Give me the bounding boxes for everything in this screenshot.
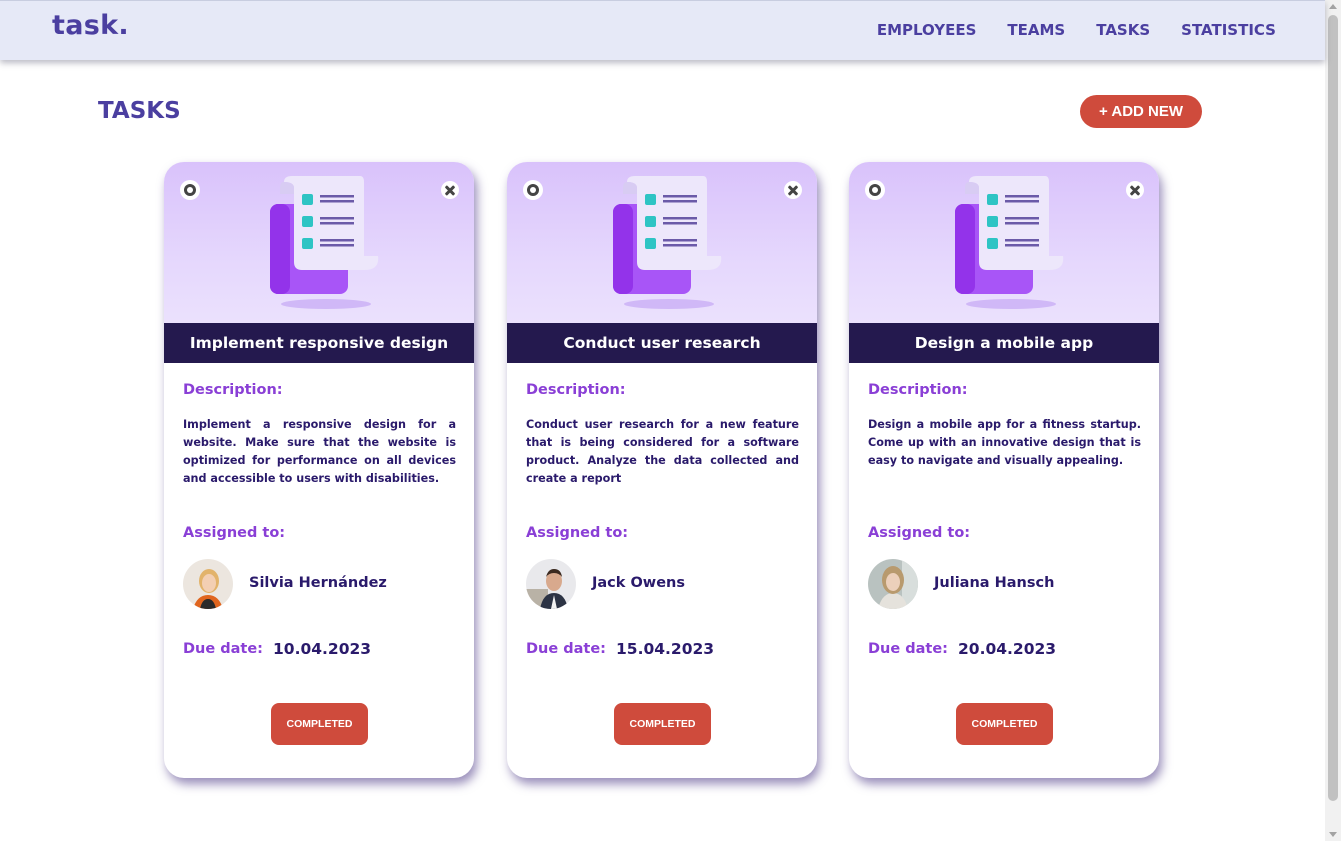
logo[interactable]: task. — [52, 10, 129, 41]
nav-teams[interactable]: TEAMS — [1007, 21, 1065, 39]
gear-icon[interactable] — [865, 180, 885, 200]
top-navbar: task. EMPLOYEES TEAMS TASKS STATISTICS — [0, 0, 1325, 60]
card-hero — [164, 162, 474, 323]
description-text: Implement a responsive design for a webs… — [183, 418, 456, 485]
page: task. EMPLOYEES TEAMS TASKS STATISTICS T… — [0, 0, 1341, 841]
due-date-value: 20.04.2023 — [958, 640, 1057, 658]
assigned-label: Assigned to: — [868, 525, 971, 541]
page-title: TASKS — [98, 98, 181, 124]
status-button[interactable]: COMPLETED — [271, 703, 368, 745]
description-label: Description: — [526, 382, 626, 398]
close-icon[interactable] — [1126, 181, 1144, 199]
description-text: Conduct user research for a new feature … — [526, 418, 799, 485]
main-nav: EMPLOYEES TEAMS TASKS STATISTICS — [877, 21, 1276, 39]
due-date-label: Due date: — [868, 641, 948, 657]
due-date-label: Due date: — [526, 641, 606, 657]
nav-employees[interactable]: EMPLOYEES — [877, 21, 977, 39]
gear-icon[interactable] — [180, 180, 200, 200]
status-button[interactable]: COMPLETED — [614, 703, 711, 745]
card-hero — [507, 162, 817, 323]
nav-statistics[interactable]: STATISTICS — [1181, 21, 1276, 39]
description-text: Design a mobile app for a fitness startu… — [868, 418, 1141, 467]
task-list-illustration — [955, 176, 1064, 309]
due-date-label: Due date: — [183, 641, 263, 657]
scroll-down-arrow-icon[interactable] — [1329, 832, 1337, 837]
card-title: Design a mobile app — [849, 323, 1159, 363]
scroll-up-arrow-icon[interactable] — [1329, 4, 1337, 9]
assigned-label: Assigned to: — [526, 525, 629, 541]
task-card: Conduct user research Description: Condu… — [507, 162, 817, 778]
close-icon[interactable] — [784, 181, 802, 199]
assigned-label: Assigned to: — [183, 525, 286, 541]
task-card: Design a mobile app Description: Design … — [849, 162, 1159, 778]
close-icon[interactable] — [441, 181, 459, 199]
vertical-scrollbar[interactable] — [1325, 0, 1341, 841]
nav-tasks[interactable]: TASKS — [1096, 21, 1150, 39]
avatar[interactable] — [183, 559, 233, 609]
assignee-name: Jack Owens — [592, 575, 685, 591]
task-card: Implement responsive design Description:… — [164, 162, 474, 778]
scrollbar-thumb[interactable] — [1328, 15, 1338, 801]
gear-icon[interactable] — [523, 180, 543, 200]
due-date-value: 15.04.2023 — [616, 640, 715, 658]
avatar[interactable] — [868, 559, 918, 609]
task-list-illustration — [613, 176, 722, 309]
assignee-name: Juliana Hansch — [934, 575, 1055, 591]
status-button[interactable]: COMPLETED — [956, 703, 1053, 745]
card-hero — [849, 162, 1159, 323]
add-new-button[interactable]: + ADD NEW — [1080, 95, 1202, 128]
task-list-illustration — [270, 176, 379, 309]
card-title: Implement responsive design — [164, 323, 474, 363]
assignee-name: Silvia Hernández — [249, 575, 387, 591]
avatar[interactable] — [526, 559, 576, 609]
description-label: Description: — [183, 382, 283, 398]
card-title: Conduct user research — [507, 323, 817, 363]
due-date-value: 10.04.2023 — [273, 640, 372, 658]
description-label: Description: — [868, 382, 968, 398]
